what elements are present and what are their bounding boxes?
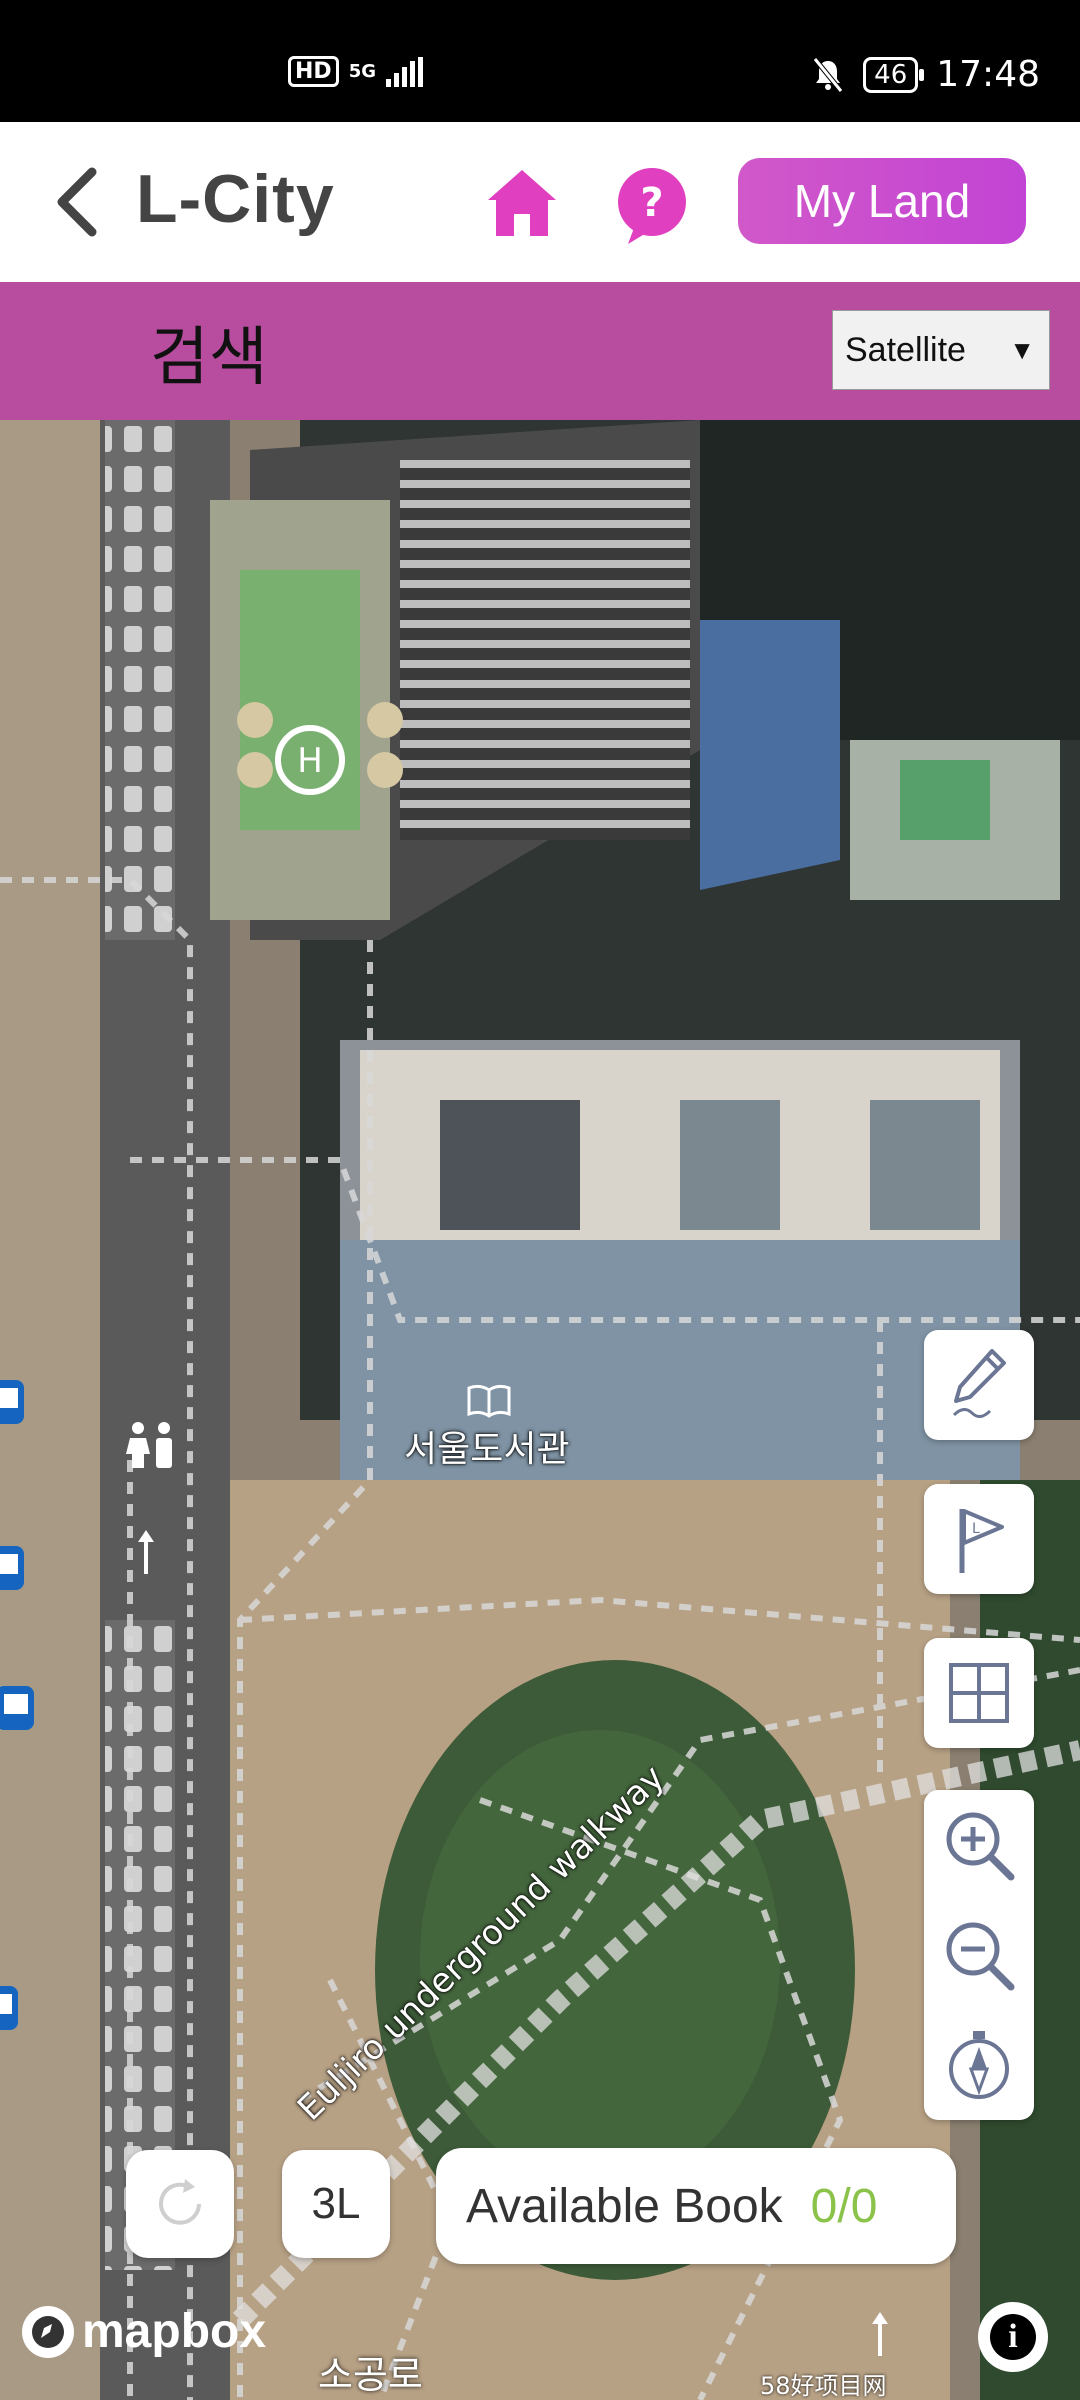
pencil-icon xyxy=(952,1349,1006,1418)
app-title: L-City xyxy=(136,161,335,237)
compass-icon xyxy=(949,2031,1009,2099)
search-button[interactable]: 검색 xyxy=(150,306,268,398)
network-indicator: HD 5G xyxy=(288,56,423,87)
home-icon[interactable] xyxy=(486,166,558,238)
arrow-up-icon xyxy=(872,2312,888,2356)
available-book-panel[interactable]: Available Book 0/0 xyxy=(436,2148,956,2264)
map-type-value: Satellite xyxy=(845,330,966,369)
search-bar: 검색 Satellite ▼ xyxy=(0,282,1080,420)
watermark: 58好项目网www.58hxm.com xyxy=(760,2372,887,2400)
zoom-in-icon xyxy=(946,1812,1015,1881)
road-label: 소공로 xyxy=(318,2353,423,2397)
mapbox-logo[interactable]: mapbox xyxy=(22,2304,266,2359)
arrow-up-icon xyxy=(138,1530,154,1574)
bus-stop-icon[interactable] xyxy=(0,1380,26,1424)
hd-badge: HD xyxy=(288,56,339,87)
map-view[interactable]: H 서울도서관 Euljiro underground walkway 소공로 … xyxy=(0,420,1080,2400)
info-icon: i xyxy=(990,2314,1036,2360)
zoom-out-button[interactable] xyxy=(924,1900,1034,2010)
grid-button[interactable] xyxy=(924,1638,1034,1748)
book-icon[interactable] xyxy=(466,1384,512,1418)
mute-bell-icon xyxy=(813,56,844,93)
my-land-button[interactable]: My Land xyxy=(738,158,1026,244)
attribution-info-button[interactable]: i xyxy=(978,2302,1048,2372)
available-book-count: 0/0 xyxy=(810,2179,878,2233)
zoom-controls xyxy=(924,1790,1034,2120)
bus-stop-icon[interactable] xyxy=(0,1546,26,1590)
map-type-select[interactable]: Satellite ▼ xyxy=(832,310,1050,390)
level-button[interactable]: 3L xyxy=(282,2150,390,2258)
flag-button[interactable]: L xyxy=(924,1484,1034,1594)
bus-stop-icon[interactable] xyxy=(0,1986,20,2030)
restroom-icon[interactable] xyxy=(124,1420,178,1470)
flag-icon: L xyxy=(959,1509,1004,1573)
refresh-button[interactable] xyxy=(126,2150,234,2258)
battery-indicator: 46 xyxy=(863,56,925,93)
available-book-label: Available Book xyxy=(466,2179,783,2233)
zoom-in-button[interactable] xyxy=(924,1790,1034,1900)
bus-stop-icon[interactable] xyxy=(0,1686,36,1730)
mapbox-icon xyxy=(22,2305,74,2358)
svg-text:?: ? xyxy=(640,180,663,226)
svg-text:L: L xyxy=(972,1521,980,1537)
signal-icon xyxy=(386,56,423,87)
svg-text:H: H xyxy=(297,741,323,781)
zoom-out-icon xyxy=(946,1922,1015,1991)
compass-button[interactable] xyxy=(924,2010,1034,2120)
draw-button[interactable] xyxy=(924,1330,1034,1440)
mapbox-wordmark: mapbox xyxy=(82,2305,267,2358)
help-icon[interactable]: ? xyxy=(612,166,692,246)
satellite-imagery: H xyxy=(0,420,1080,2400)
app-header: L-City ? My Land xyxy=(0,122,1080,282)
grid-icon xyxy=(949,1663,1009,1723)
clock: 17:48 xyxy=(936,54,1040,95)
refresh-icon xyxy=(159,2179,201,2225)
back-icon[interactable] xyxy=(48,162,108,242)
library-label: 서울도서관 xyxy=(404,1429,570,1470)
status-bar: HD 5G 46 17:48 xyxy=(0,0,1080,122)
dropdown-arrow-icon: ▼ xyxy=(1009,334,1035,365)
network-type: 5G xyxy=(348,61,376,82)
